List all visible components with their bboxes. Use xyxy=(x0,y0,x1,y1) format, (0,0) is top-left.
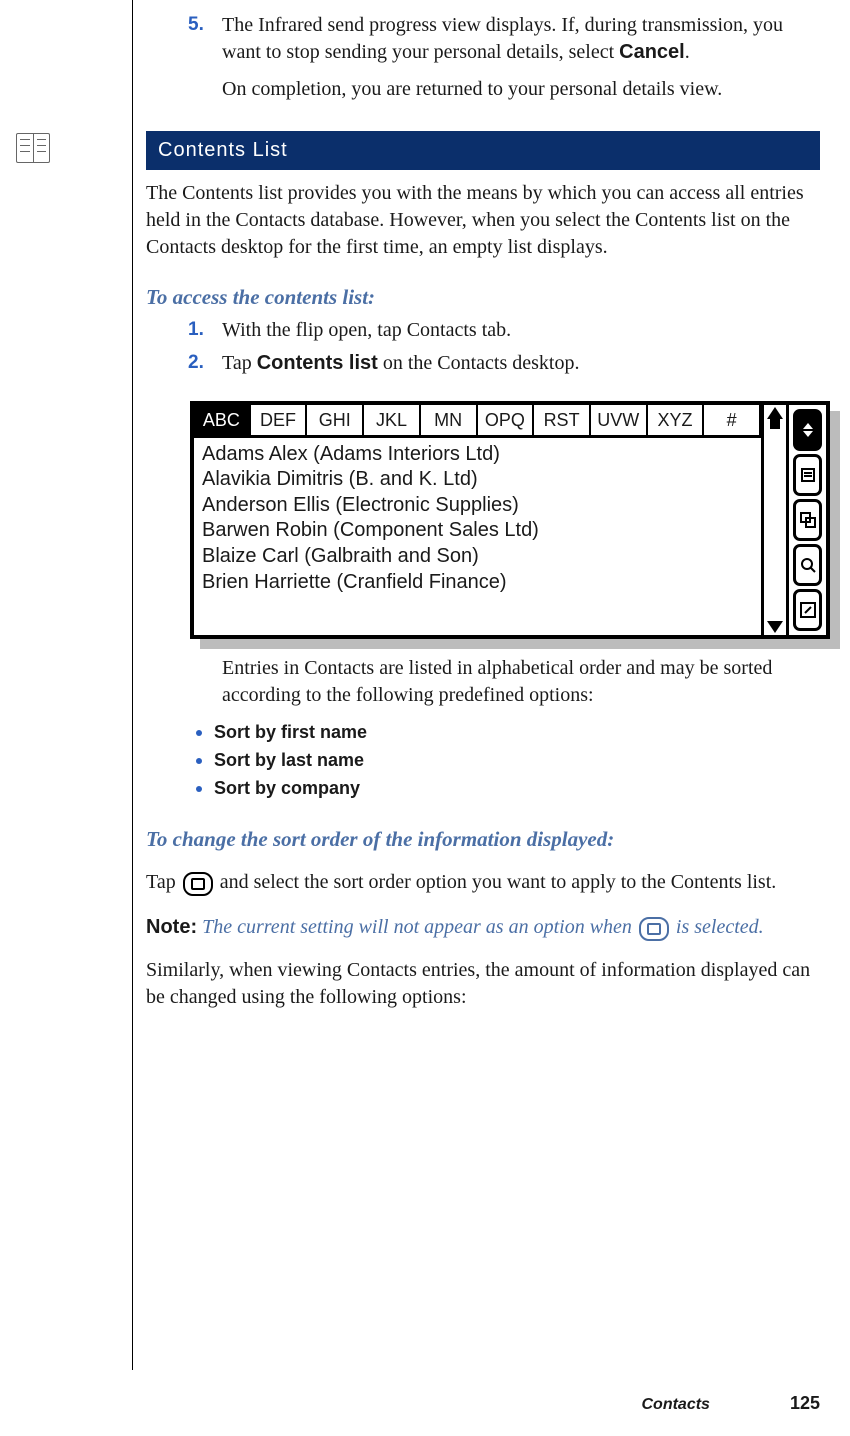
bullet-label: Sort by first name xyxy=(214,719,367,747)
scrollbar[interactable] xyxy=(761,405,786,635)
contents-list-label: Contents list xyxy=(257,352,378,374)
tab-hash[interactable]: # xyxy=(704,405,761,434)
tab-jkl[interactable]: JKL xyxy=(364,405,421,434)
tab-opq[interactable]: OPQ xyxy=(478,405,535,434)
section-heading: Contents List xyxy=(146,131,820,170)
tab-rst[interactable]: RST xyxy=(534,405,591,434)
footer-page-number: 125 xyxy=(790,1391,820,1415)
step-5-text: The Infrared send progress view displays… xyxy=(222,12,820,66)
scroll-thumb[interactable] xyxy=(770,419,780,429)
list-view-button[interactable] xyxy=(793,454,822,496)
list-item[interactable]: Barwen Robin (Component Sales Ltd) xyxy=(202,518,755,544)
subheading-access: To access the contents list: xyxy=(146,283,820,311)
step-5-text-a: The Infrared send progress view displays… xyxy=(222,14,783,63)
sort-button[interactable] xyxy=(793,409,822,451)
contacts-list: Adams Alex (Adams Interiors Ltd) Alaviki… xyxy=(194,438,761,602)
intro-paragraph: The Contents list provides you with the … xyxy=(146,180,820,261)
address-book-icon xyxy=(16,133,50,163)
scroll-down-icon[interactable] xyxy=(767,621,783,633)
page-footer: Contacts 125 xyxy=(642,1391,821,1416)
tab-def[interactable]: DEF xyxy=(251,405,308,434)
note-label: Note: xyxy=(146,916,197,938)
view-options-icon xyxy=(183,872,213,896)
step-1: 1. With the flip open, tap Contacts tab. xyxy=(188,317,820,344)
tail-paragraph: Similarly, when viewing Contacts entries… xyxy=(146,957,820,1011)
tab-uvw[interactable]: UVW xyxy=(591,405,648,434)
tab-mn[interactable]: MN xyxy=(421,405,478,434)
step-5-number: 5. xyxy=(188,12,212,66)
list-item[interactable]: Adams Alex (Adams Interiors Ltd) xyxy=(202,442,755,468)
scroll-up-icon[interactable] xyxy=(767,407,783,419)
toolbar xyxy=(786,405,826,635)
edit-button[interactable] xyxy=(793,589,822,631)
list-item[interactable]: Alavikia Dimitris (B. and K. Ltd) xyxy=(202,467,755,493)
bullet-sort-last: Sort by last name xyxy=(196,747,820,775)
bullet-sort-first: Sort by first name xyxy=(196,719,820,747)
step-2-text-a: Tap xyxy=(222,352,257,374)
list-item[interactable]: Blaize Carl (Galbraith and Son) xyxy=(202,544,755,570)
bullet-icon xyxy=(196,786,202,792)
sort-order-text-a: Tap xyxy=(146,871,181,893)
note: Note: The current setting will not appea… xyxy=(146,914,820,941)
after-screen-paragraph: Entries in Contacts are listed in alphab… xyxy=(222,655,820,709)
cancel-label: Cancel xyxy=(619,41,685,63)
step-2: 2. Tap Contents list on the Contacts des… xyxy=(188,350,820,377)
footer-section: Contacts xyxy=(642,1394,710,1416)
bullet-sort-company: Sort by company xyxy=(196,775,820,803)
bullet-label: Sort by last name xyxy=(214,747,364,775)
sort-options-list: Sort by first name Sort by last name Sor… xyxy=(196,719,820,803)
note-text-a: The current setting will not appear as a… xyxy=(202,916,637,938)
step-5: 5. The Infrared send progress view displ… xyxy=(188,12,820,66)
device-screenshot: ABC DEF GHI JKL MN OPQ RST UVW XYZ # Ada… xyxy=(190,401,830,639)
bullet-label: Sort by company xyxy=(214,775,360,803)
subheading-sort-order: To change the sort order of the informat… xyxy=(146,825,820,853)
bullet-icon xyxy=(196,758,202,764)
sort-order-text-b: and select the sort order option you wan… xyxy=(215,871,777,893)
step-5-text-b: . xyxy=(685,41,690,63)
search-button[interactable] xyxy=(793,544,822,586)
step-2-number: 2. xyxy=(188,350,212,377)
step-1-number: 1. xyxy=(188,317,212,344)
step-1-text: With the flip open, tap Contacts tab. xyxy=(222,317,820,344)
step-2-text: Tap Contents list on the Contacts deskto… xyxy=(222,350,820,377)
bullet-icon xyxy=(196,730,202,736)
step-5-followup: On completion, you are returned to your … xyxy=(222,76,820,103)
sort-order-paragraph: Tap and select the sort order option you… xyxy=(146,869,820,896)
card-view-button[interactable] xyxy=(793,499,822,541)
view-options-icon xyxy=(639,917,669,941)
tab-xyz[interactable]: XYZ xyxy=(648,405,705,434)
list-item[interactable]: Brien Harriette (Cranfield Finance) xyxy=(202,570,755,596)
vertical-rule xyxy=(132,0,133,1370)
tab-ghi[interactable]: GHI xyxy=(307,405,364,434)
tab-abc[interactable]: ABC xyxy=(194,405,251,434)
note-text-b: is selected. xyxy=(671,916,764,938)
step-2-text-b: on the Contacts desktop. xyxy=(378,352,580,374)
list-item[interactable]: Anderson Ellis (Electronic Supplies) xyxy=(202,493,755,519)
alpha-tabs: ABC DEF GHI JKL MN OPQ RST UVW XYZ # xyxy=(194,405,761,437)
